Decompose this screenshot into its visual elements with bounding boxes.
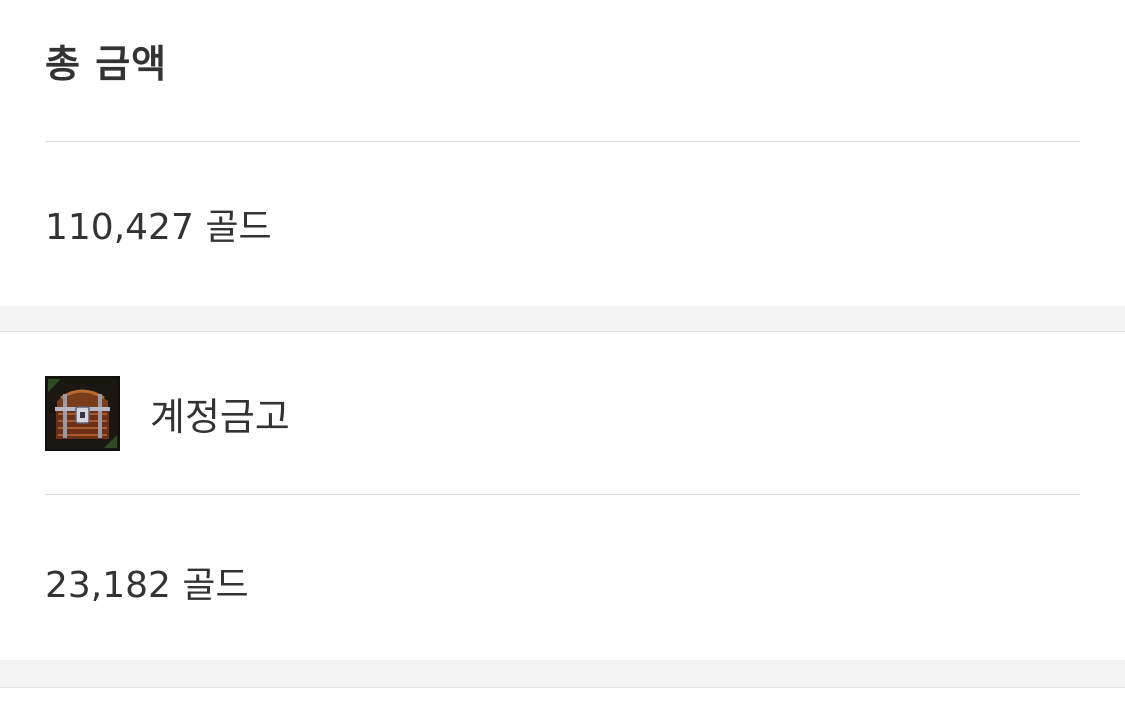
account-vault-card: 계정금고 23,182 골드 <box>0 332 1125 660</box>
total-amount-card: 총 금액 110,427 골드 <box>0 0 1125 306</box>
total-amount-number: 110,427 <box>45 207 194 248</box>
vault-divider <box>45 494 1080 495</box>
total-divider <box>45 141 1080 142</box>
vault-amount-number: 23,182 <box>45 565 171 606</box>
vault-amount-value: 23,182 골드 <box>45 556 249 608</box>
section-gap-bottom <box>0 660 1125 688</box>
treasure-chest-icon <box>45 375 120 451</box>
vault-amount-unit: 골드 <box>182 565 249 606</box>
account-vault-header: 계정금고 <box>45 375 1080 451</box>
total-amount-title: 총 금액 <box>45 41 168 86</box>
total-amount-unit: 골드 <box>205 207 272 248</box>
total-amount-value: 110,427 골드 <box>45 198 272 250</box>
section-gap <box>0 306 1125 332</box>
account-vault-title: 계정금고 <box>150 394 290 439</box>
